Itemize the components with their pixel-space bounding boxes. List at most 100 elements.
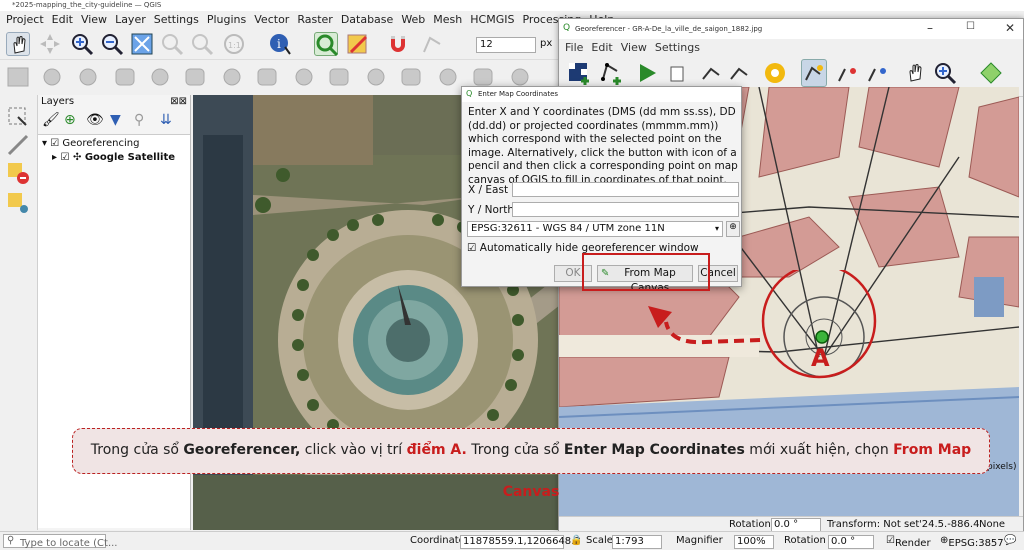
transform-status: Transform: Not set — [827, 519, 920, 530]
status-bar: ⚲ Type to locate (Ct... Coordinate 11878… — [0, 531, 1024, 549]
point-a-label: A — [811, 344, 830, 372]
style-layer-icon[interactable]: 🖌 — [42, 112, 60, 128]
dialog-title: Q Enter Map Coordinates — [462, 87, 741, 102]
magnet-icon[interactable] — [386, 32, 410, 56]
search-icon: ⚲ — [7, 535, 15, 546]
y-north-label: Y / North — [468, 204, 514, 216]
georef-menu-settings[interactable]: Settings — [655, 41, 700, 54]
eye-icon[interactable]: 👁 — [86, 112, 104, 128]
scale-input[interactable]: 1:793 — [612, 535, 662, 549]
zoom-selection-icon[interactable] — [160, 32, 184, 56]
measure-icon[interactable] — [6, 133, 30, 157]
coordinate-label: Coordinate — [410, 535, 465, 546]
menu-project[interactable]: Project — [6, 13, 44, 26]
filter-icon[interactable]: ▼ — [110, 112, 121, 128]
svg-text:1:1: 1:1 — [228, 41, 241, 50]
expand-all-icon[interactable]: ⇊ — [160, 112, 172, 128]
scale-lock-icon[interactable]: 🔒 — [570, 535, 582, 546]
crs-status-button[interactable]: ⊕ EPSG:3857 — [940, 535, 1004, 549]
zoom-layer-icon[interactable] — [979, 61, 1003, 85]
georeferencer-statusbar: Rotation 0.0 ° Transform: Not set '24.5.… — [559, 516, 1023, 532]
menu-hcmgis[interactable]: HCMGIS — [470, 13, 514, 26]
layers-panel-title: Layers — [41, 96, 75, 107]
move-point-icon[interactable] — [727, 61, 751, 85]
start-georeferencing-icon[interactable] — [635, 61, 659, 85]
zoom-native-icon[interactable]: 1:1 — [222, 32, 246, 56]
georef-menu-view[interactable]: View — [621, 41, 647, 54]
georef-menu-file[interactable]: File — [565, 41, 583, 54]
add-point-icon[interactable] — [599, 61, 623, 85]
locator-search-input[interactable]: ⚲ Type to locate (Ct... — [3, 534, 117, 549]
menu-raster[interactable]: Raster — [297, 13, 332, 26]
highlight-box — [582, 253, 710, 291]
move-gcp-icon[interactable] — [865, 61, 889, 85]
window-title: *2025-mapping_the_city-guideline — QGIS — [0, 0, 1024, 11]
georeferencer-title: Q Georeferencer - GR-A-De_la_ville_de_sa… — [559, 19, 1023, 39]
filter-legend-icon[interactable]: ⚲ — [134, 112, 144, 128]
rotation-input[interactable]: 0.0 ° — [771, 518, 821, 532]
raster-layer-icon: ✣ — [72, 152, 82, 163]
panel-close-icon[interactable]: ⊠⊠ — [170, 96, 187, 108]
dialog-instructions: Enter X and Y coordinates (DMS (dd mm ss… — [468, 106, 738, 186]
open-raster-icon[interactable] — [567, 61, 591, 85]
checkbox-icon[interactable]: ☑ — [61, 152, 70, 163]
add-gcp-icon[interactable] — [801, 59, 827, 87]
zoom-in-icon[interactable] — [933, 61, 957, 85]
maximize-icon[interactable]: ☐ — [966, 21, 975, 32]
messages-icon[interactable]: 💬 — [1004, 535, 1016, 546]
checkbox-icon[interactable]: ☑ — [467, 242, 476, 254]
menu-mesh[interactable]: Mesh — [433, 13, 462, 26]
add-point-layer-icon[interactable] — [6, 191, 30, 215]
menu-settings[interactable]: Settings — [154, 13, 199, 26]
generate-gdal-icon[interactable] — [665, 61, 689, 85]
edit-attributes-icon[interactable] — [346, 32, 370, 56]
menu-web[interactable]: Web — [401, 13, 425, 26]
zoom-layer-icon[interactable] — [190, 32, 214, 56]
y-north-input[interactable] — [512, 202, 739, 217]
georeferencer-menu: File Edit View Settings — [559, 39, 1023, 55]
x-east-input[interactable] — [512, 182, 739, 197]
annotation-arrow — [664, 321, 761, 345]
magnifier-label: Magnifier — [676, 535, 723, 546]
font-size-spinbox[interactable]: 12 — [476, 37, 536, 53]
rotation-input[interactable]: 0.0 ° — [828, 535, 874, 549]
coordinate-input[interactable]: 11878559.1,1206648.3 — [460, 535, 581, 549]
qgis-logo-icon: Q — [563, 23, 571, 33]
pan-to-selection-icon[interactable] — [38, 32, 62, 56]
render-checkbox[interactable]: ☑ Render — [886, 535, 931, 549]
menu-vector[interactable]: Vector — [254, 13, 289, 26]
crs-select[interactable]: EPSG:32611 - WGS 84 / UTM zone 11N ▾ — [467, 221, 723, 237]
close-icon[interactable]: ✕ — [1005, 21, 1015, 35]
zoom-in-icon[interactable] — [70, 32, 94, 56]
zoom-out-icon[interactable] — [100, 32, 124, 56]
minimize-icon[interactable]: – — [927, 21, 933, 35]
rotation-label: Rotation — [729, 519, 771, 530]
delete-point-icon[interactable] — [699, 61, 723, 85]
vertex-tool-icon[interactable] — [420, 32, 444, 56]
select-features-icon[interactable] — [314, 32, 339, 57]
pan-hand-icon[interactable] — [6, 32, 30, 56]
map-navigation-toolbar: 1:1 i 12 px — [0, 28, 560, 60]
delete-gcp-icon[interactable] — [835, 61, 859, 85]
select-rect-icon[interactable] — [6, 105, 30, 129]
layer-item-georeferencing[interactable]: ▾ ☑ Georeferencing — [42, 138, 186, 152]
menu-view[interactable]: View — [81, 13, 107, 26]
layers-toolbar: 🖌 ⊕ 👁 ▼ ⚲ ⇊ — [38, 109, 190, 135]
menu-database[interactable]: Database — [341, 13, 394, 26]
menu-layer[interactable]: Layer — [115, 13, 146, 26]
checkbox-icon[interactable]: ☑ — [50, 138, 59, 149]
crs-selector-icon[interactable]: ⊕ — [726, 221, 740, 237]
menu-plugins[interactable]: Plugins — [207, 13, 246, 26]
rotation-label: Rotation — [784, 535, 826, 546]
transformation-settings-icon[interactable] — [763, 61, 787, 85]
x-east-label: X / East — [468, 184, 509, 196]
magnifier-input[interactable]: 100% — [734, 535, 774, 549]
add-group-icon[interactable]: ⊕ — [64, 112, 76, 128]
pan-hand-icon[interactable] — [903, 61, 927, 85]
identify-icon[interactable]: i — [268, 32, 292, 56]
menu-edit[interactable]: Edit — [52, 13, 73, 26]
layer-item-google-satellite[interactable]: ▸ ☑ ✣ Google Satellite — [42, 152, 186, 166]
georef-menu-edit[interactable]: Edit — [591, 41, 612, 54]
remove-layer-icon[interactable] — [6, 161, 30, 185]
zoom-full-icon[interactable] — [130, 32, 154, 56]
